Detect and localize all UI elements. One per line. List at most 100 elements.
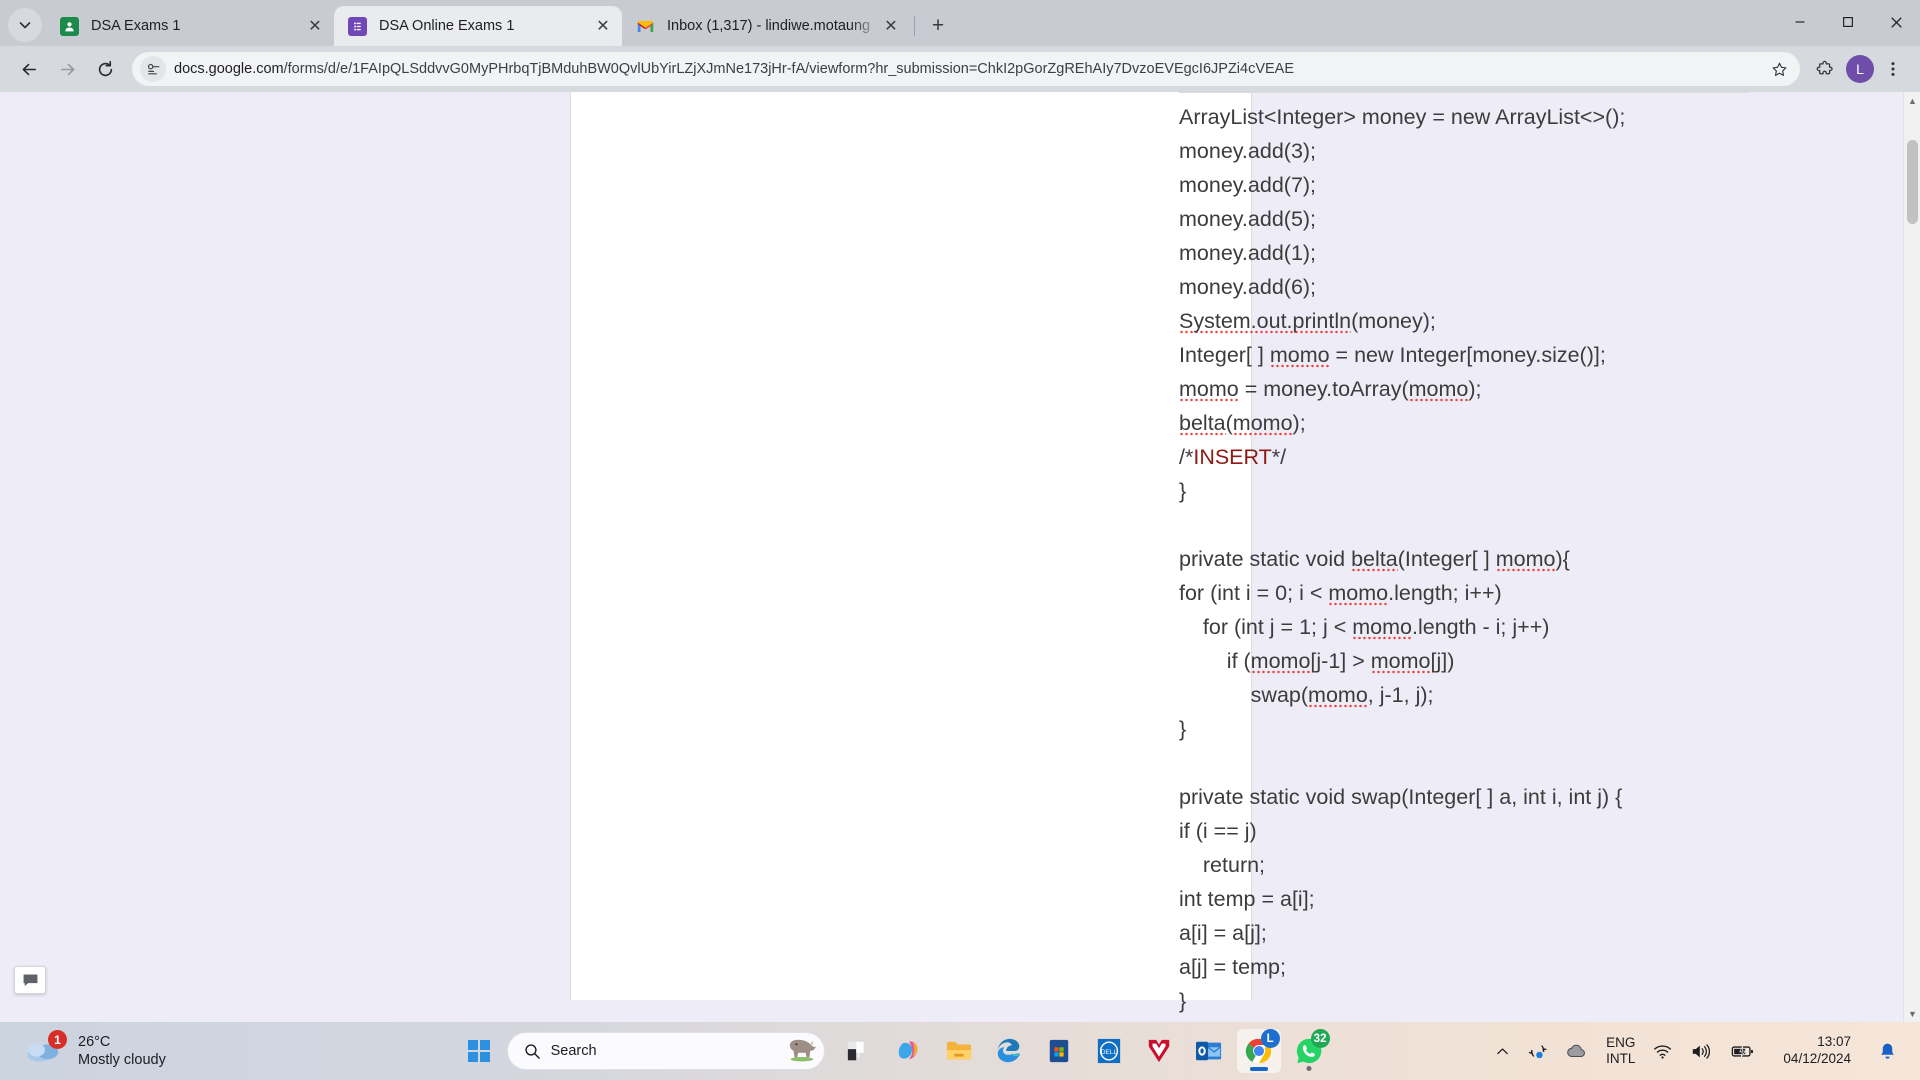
file-explorer-icon[interactable]: [937, 1029, 981, 1073]
page-scrollbar[interactable]: ▲ ▼: [1903, 92, 1920, 1022]
taskbar-search-box[interactable]: Search: [506, 1032, 825, 1070]
google-forms-icon: [348, 16, 367, 36]
spellcheck-word: momo: [1269, 343, 1330, 368]
spellcheck-word: momo: [1495, 547, 1556, 572]
code-line: swap(momo, j-1, j);: [1179, 683, 1434, 708]
url-host: docs.google.com: [174, 61, 284, 77]
system-tray: ENG INTL 13:07 04/12/2024: [1487, 1029, 1920, 1073]
chevron-down-icon: [19, 22, 31, 29]
reload-icon: [98, 60, 112, 76]
taskbar-app-area: Search DELL L 32: [300, 1029, 1487, 1073]
spellcheck-word: momo: [1352, 615, 1412, 640]
outlook-icon[interactable]: [1187, 1029, 1231, 1073]
code-line: private static void belta(Integer[ ] mom…: [1179, 547, 1570, 572]
windows-start-icon[interactable]: [457, 1029, 501, 1073]
close-window-button[interactable]: [1872, 0, 1920, 44]
code-line: a[i] = a[j];: [1179, 921, 1267, 945]
code-line: money.add(7);: [1179, 173, 1317, 197]
battery-button[interactable]: [1723, 1029, 1763, 1073]
whatsapp-unread-badge: 32: [1310, 1029, 1330, 1048]
microsoft-edge-icon[interactable]: [987, 1029, 1031, 1073]
microsoft-store-icon[interactable]: [1037, 1029, 1081, 1073]
weather-temperature: 26°C: [78, 1033, 111, 1050]
chrome-running-indicator: [1249, 1067, 1268, 1071]
browser-tab-1-title: DSA Exams 1: [91, 18, 181, 34]
tab-search-button[interactable]: [8, 8, 42, 42]
maximize-button[interactable]: [1824, 0, 1872, 44]
code-line: /*INSERT*/: [1179, 445, 1287, 469]
spellcheck-word: momo: [1179, 377, 1239, 402]
dell-icon[interactable]: DELL: [1087, 1029, 1131, 1073]
notification-button[interactable]: [1871, 1029, 1904, 1073]
weather-widget[interactable]: 1 26°C Mostly cloudy: [0, 1030, 300, 1069]
chrome-profile-badge: L: [1260, 1029, 1280, 1048]
back-button[interactable]: [12, 52, 46, 86]
scrollbar-thumb[interactable]: [1907, 140, 1918, 224]
onedrive-sync-icon: [1528, 1045, 1547, 1059]
three-dot-menu-icon[interactable]: [1878, 54, 1908, 84]
code-line: money.add(3);: [1179, 139, 1317, 163]
browser-tab-3[interactable]: Inbox (1,317) - lindiwe.motaung ✕: [622, 6, 910, 46]
mcafee-icon[interactable]: [1137, 1029, 1181, 1073]
code-line: a[j] = temp;: [1179, 955, 1286, 979]
cloud-tray-button[interactable]: [1558, 1029, 1596, 1073]
onedrive-sync-button[interactable]: [1520, 1029, 1556, 1073]
code-line: }: [1179, 479, 1187, 503]
language-indicator[interactable]: ENG INTL: [1598, 1029, 1643, 1073]
volume-button[interactable]: [1683, 1029, 1721, 1073]
wifi-icon: [1654, 1044, 1672, 1059]
spellcheck-word: momo: [1408, 377, 1469, 402]
feedback-icon: [23, 974, 37, 986]
browser-tab-1[interactable]: DSA Exams 1 ✕: [46, 6, 334, 46]
clock-time: 13:07: [1817, 1034, 1851, 1050]
code-line: money.add(5);: [1179, 207, 1317, 231]
profile-avatar[interactable]: L: [1846, 55, 1874, 83]
copilot-icon[interactable]: [887, 1029, 931, 1073]
browser-tab-1-close-icon[interactable]: ✕: [304, 15, 326, 37]
spellcheck-word: momo: [1308, 683, 1368, 708]
address-bar[interactable]: docs.google.com/forms/d/e/1FAIpQLSddvvG0…: [132, 52, 1800, 86]
clock-button[interactable]: 13:07 04/12/2024: [1765, 1029, 1869, 1073]
taskbar-search-placeholder: Search: [550, 1043, 597, 1059]
close-icon: [1890, 16, 1902, 28]
browser-window: DSA Exams 1 ✕ DSA Online Exams 1 ✕ Inbox…: [0, 0, 1920, 1022]
spellcheck-word: momo: [1232, 411, 1293, 436]
browser-tab-3-close-icon[interactable]: ✕: [880, 15, 902, 37]
browser-tab-2-close-icon[interactable]: ✕: [592, 15, 614, 37]
star-icon[interactable]: [1764, 54, 1794, 84]
page-info-icon[interactable]: [140, 56, 166, 82]
browser-tab-2[interactable]: DSA Online Exams 1 ✕: [334, 6, 622, 46]
window-controls: [1776, 0, 1920, 44]
feedback-button[interactable]: [14, 966, 46, 994]
spellcheck-word: belta: [1179, 411, 1226, 436]
new-tab-button[interactable]: +: [923, 11, 953, 41]
scrollbar-down-arrow[interactable]: ▼: [1904, 1005, 1920, 1022]
back-arrow-icon: [22, 63, 36, 75]
reload-button[interactable]: [88, 52, 122, 86]
question-code-block: ArrayList<Integer> money = new ArrayList…: [1179, 100, 1799, 1018]
search-icon: [524, 1043, 540, 1059]
svg-text:DELL: DELL: [1100, 1049, 1117, 1056]
address-bar-url: docs.google.com/forms/d/e/1FAIpQLSddvvG0…: [174, 61, 1764, 77]
rhino-icon[interactable]: [784, 1036, 818, 1067]
wifi-button[interactable]: [1645, 1029, 1681, 1073]
google-chrome-icon[interactable]: L: [1236, 1029, 1281, 1073]
extensions-puzzle-icon[interactable]: [1810, 54, 1840, 84]
task-view-icon[interactable]: [837, 1029, 881, 1073]
spellcheck-word: momo: [1370, 649, 1431, 674]
tray-overflow-button[interactable]: [1487, 1029, 1518, 1073]
code-line: for (int j = 1; j < momo.length - i; j++…: [1179, 615, 1550, 640]
tab-strip: DSA Exams 1 ✕ DSA Online Exams 1 ✕ Inbox…: [0, 0, 1920, 46]
code-line: money.add(6);: [1179, 275, 1317, 299]
minimize-icon: [1795, 21, 1805, 23]
forward-arrow-icon: [60, 63, 74, 75]
whatsapp-icon[interactable]: 32: [1287, 1029, 1331, 1073]
code-line: Integer[ ] momo = new Integer[money.size…: [1179, 343, 1606, 368]
minimize-button[interactable]: [1776, 0, 1824, 44]
page-viewport: ArrayList<Integer> money = new ArrayList…: [0, 92, 1920, 1022]
spellcheck-word: belta: [1351, 547, 1398, 572]
forward-button[interactable]: [50, 52, 84, 86]
scrollbar-up-arrow[interactable]: ▲: [1904, 92, 1920, 109]
cloud-tray-icon: [1567, 1044, 1586, 1057]
